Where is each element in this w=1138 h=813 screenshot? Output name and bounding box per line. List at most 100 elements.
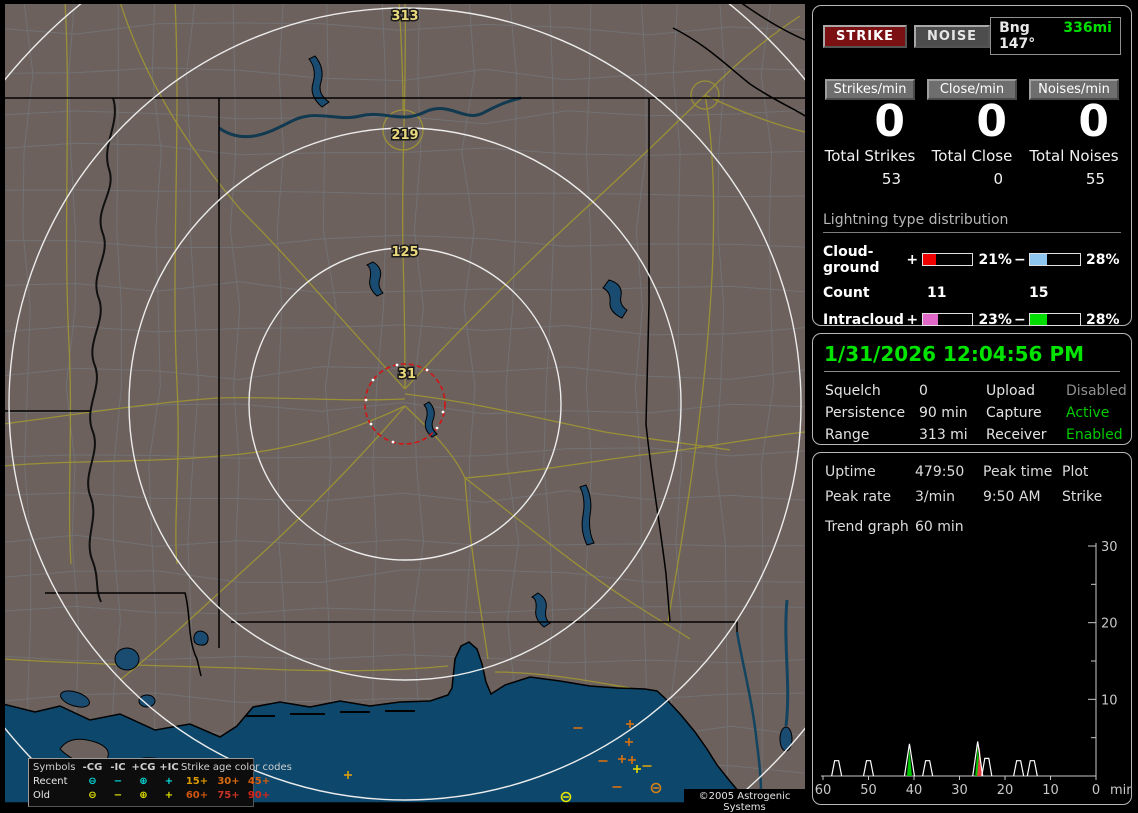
plot-value: Strike: [1062, 489, 1103, 505]
legend-header-neg-ic: -IC: [110, 762, 126, 773]
close-column: Close/min 0 Total Close 0: [921, 79, 1023, 188]
legend-header-pos-ic: +IC: [159, 762, 179, 773]
svg-text:min: min: [1110, 783, 1131, 798]
strike-stats-panel: STRIKE NOISE Bng 147° 336mi Strikes/min …: [812, 5, 1132, 353]
minus-sign: −: [1014, 251, 1026, 268]
total-noises-label: Total Noises: [1029, 146, 1119, 165]
svg-text:50: 50: [860, 783, 877, 798]
capture-label: Capture: [986, 405, 1042, 421]
svg-text:30: 30: [1101, 540, 1118, 555]
map-canvas: 313 219 125 31: [5, 4, 805, 803]
ic-negative-bar: [1029, 313, 1082, 327]
cloud-ground-label: Cloud-ground: [823, 243, 880, 276]
total-noises-value: 55: [1085, 169, 1105, 188]
status-panel: 1/31/2026 12:04:56 PM Squelch 0 Upload D…: [812, 333, 1132, 445]
lightning-map[interactable]: 313 219 125 31 Symbols -CG -IC +CG +IC S…: [5, 4, 805, 813]
svg-text:20: 20: [997, 783, 1014, 798]
noises-per-min-value: 0: [1078, 96, 1109, 147]
cloud-ground-count-row: Count 11 15: [823, 285, 1121, 301]
noises-column: Noises/min 0 Total Noises 55: [1023, 79, 1125, 188]
persistence-value: 90 min: [919, 405, 968, 421]
svg-text:20: 20: [1101, 617, 1118, 632]
old-pos-cg-icon: ⊕: [139, 790, 148, 801]
cg-positive-count: 11: [927, 284, 947, 301]
total-strikes-value: 53: [881, 169, 901, 188]
strike-toggle-button[interactable]: STRIKE: [823, 24, 908, 48]
intracloud-row: Intracloud + 23% − 28%: [823, 312, 1121, 328]
trend-chart: 10 20 30 60 50 40 30 20 10 0 min: [815, 540, 1131, 798]
intracloud-label: Intracloud: [823, 311, 904, 328]
svg-text:0: 0: [1092, 783, 1100, 798]
squelch-label: Squelch: [825, 383, 881, 399]
trend-panel: Uptime 479:50 Peak time Plot Peak rate 3…: [812, 452, 1132, 805]
uptime-value: 479:50: [915, 464, 965, 480]
svg-text:125: 125: [391, 245, 418, 260]
uptime-label: Uptime: [825, 464, 876, 480]
age-code-45: 45+: [247, 776, 271, 787]
old-neg-ic-icon: −: [113, 790, 123, 801]
legend-header-neg-cg: -CG: [82, 762, 103, 773]
peak-rate-value: 3/min: [915, 489, 956, 505]
distribution-title: Lightning type distribution: [823, 212, 1121, 233]
lightning-distribution: Lightning type distribution Cloud-ground…: [823, 212, 1121, 353]
upload-label: Upload: [986, 383, 1036, 399]
capture-status: Active: [1066, 405, 1110, 421]
svg-text:60: 60: [815, 783, 832, 798]
receiver-label: Receiver: [986, 427, 1047, 443]
plus-sign: +: [906, 251, 919, 268]
plus-sign: +: [906, 311, 919, 328]
recent-pos-ic-icon: +: [164, 776, 174, 787]
total-strikes-label: Total Strikes: [824, 146, 916, 165]
peak-time-label: Peak time: [983, 464, 1053, 480]
strikes-column: Strikes/min 0 Total Strikes 53: [819, 79, 921, 188]
trend-graph-label: Trend graph: [825, 519, 909, 535]
range-value: 313 mi: [919, 427, 968, 443]
total-close-label: Total Close: [931, 146, 1013, 165]
bearing-display: Bng 147° 336mi: [990, 17, 1121, 55]
svg-text:10: 10: [1101, 693, 1118, 708]
upload-status: Disabled: [1066, 383, 1127, 399]
svg-text:219: 219: [391, 128, 418, 143]
squelch-value: 0: [919, 383, 928, 399]
legend-row-recent-label: Recent: [33, 776, 68, 787]
ic-positive-pct: 23%: [978, 311, 1012, 328]
cg-negative-pct: 28%: [1086, 251, 1120, 268]
peak-rate-label: Peak rate: [825, 489, 892, 505]
cg-positive-pct: 21%: [978, 251, 1012, 268]
recent-neg-ic-icon: −: [113, 776, 123, 787]
noise-toggle-button[interactable]: NOISE: [914, 24, 991, 48]
cg-positive-bar: [921, 253, 974, 267]
svg-text:313: 313: [391, 9, 418, 24]
strikes-per-min-value: 0: [874, 96, 905, 147]
trend-graph-value: 60 min: [915, 519, 964, 535]
age-code-90: 90+: [247, 790, 271, 801]
old-neg-cg-icon: ⊖: [88, 790, 97, 801]
svg-text:30: 30: [951, 783, 968, 798]
svg-text:31: 31: [398, 367, 416, 382]
svg-text:40: 40: [906, 783, 923, 798]
peak-time-value: 9:50 AM: [983, 489, 1041, 505]
close-per-min-value: 0: [976, 96, 1007, 147]
svg-text:10: 10: [1042, 783, 1059, 798]
copyright-text: ©2005 Astrogenic Systems: [684, 789, 805, 813]
age-code-75: 75+: [217, 790, 240, 801]
age-code-15: 15+: [185, 776, 209, 787]
legend-header-symbols: Symbols: [33, 762, 76, 773]
datetime-display: 1/31/2026 12:04:56 PM: [824, 342, 1120, 372]
persistence-label: Persistence: [825, 405, 906, 421]
map-legend: Symbols -CG -IC +CG +IC Strike age color…: [28, 758, 292, 807]
minus-sign: −: [1014, 311, 1026, 328]
ic-positive-bar: [921, 313, 974, 327]
age-code-30: 30+: [217, 776, 240, 787]
cloud-ground-row: Cloud-ground + 21% − 28%: [823, 244, 1121, 276]
plot-label: Plot: [1062, 464, 1089, 480]
legend-header-age: Strike age color codes: [181, 762, 292, 773]
legend-header-pos-cg: +CG: [131, 762, 156, 773]
total-close-value: 0: [993, 169, 1003, 188]
old-pos-ic-icon: +: [164, 790, 174, 801]
cg-negative-bar: [1029, 253, 1082, 267]
count-label: Count: [823, 284, 870, 301]
receiver-status: Enabled: [1066, 427, 1123, 443]
bearing-value: Bng 147°: [999, 20, 1036, 52]
bearing-distance: 336mi: [1063, 20, 1112, 36]
